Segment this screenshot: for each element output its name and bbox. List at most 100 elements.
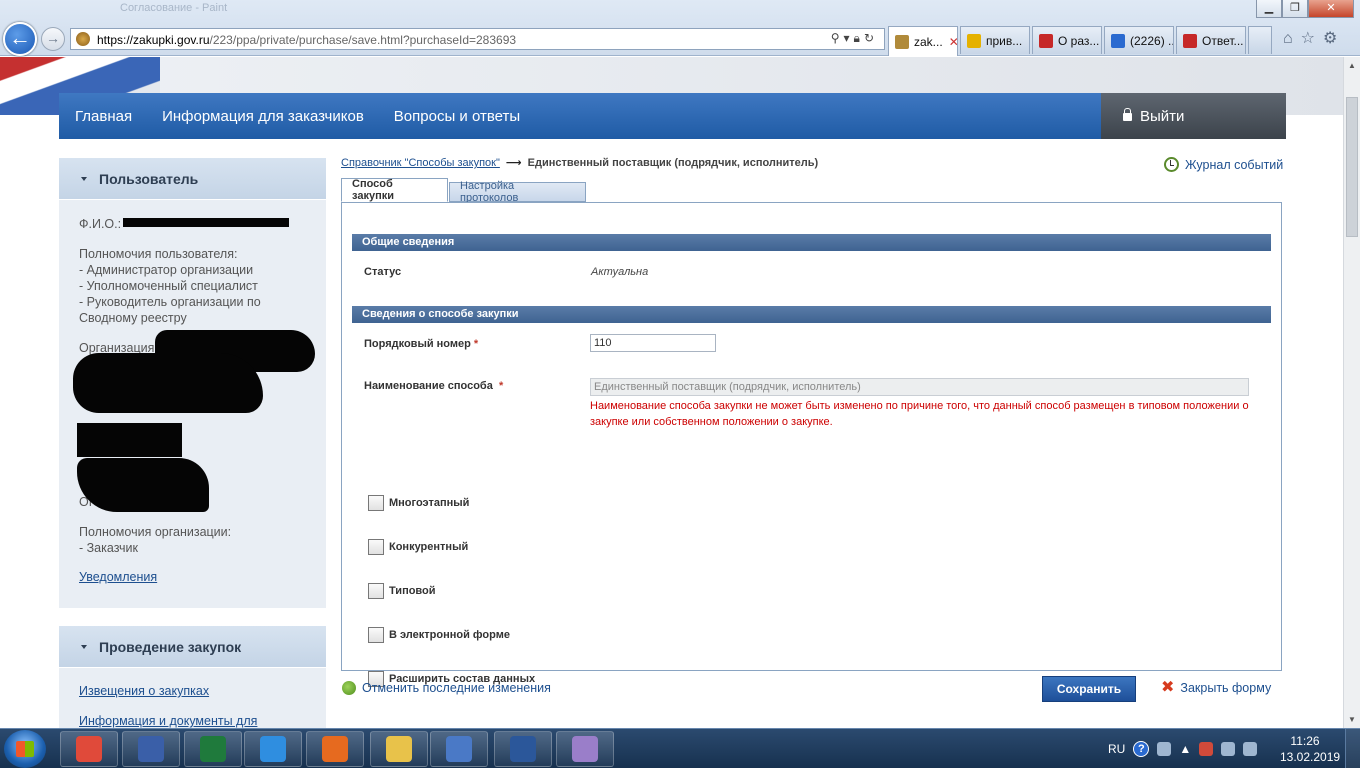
procurement-docs-link[interactable]: Информация и документы для — [79, 714, 257, 728]
checkbox-label: Многоэтапный — [389, 497, 470, 509]
taskbar-app-file-explorer[interactable] — [370, 731, 428, 767]
notifications-link[interactable]: Уведомления — [79, 570, 157, 584]
minimize-button[interactable]: ▁ — [1256, 0, 1282, 18]
tray-expand-icon[interactable]: ▲ — [1179, 742, 1191, 756]
browser-tab-label: прив... — [986, 33, 1023, 48]
revert-label: Отменить последние изменения — [362, 681, 551, 695]
language-indicator[interactable]: RU — [1108, 742, 1125, 756]
collapse-triangle-icon — [81, 176, 87, 181]
favorites-star-icon[interactable]: ☆ — [1301, 30, 1323, 47]
procurement-notices-link[interactable]: Извещения о закупках — [79, 684, 209, 698]
word-icon — [510, 736, 536, 762]
back-button[interactable]: ← — [3, 22, 37, 56]
home-icon[interactable]: ⌂ — [1283, 30, 1301, 47]
nav-item-customer-info[interactable]: Информация для заказчиков — [162, 108, 364, 125]
browser-tab-label: zak... — [914, 34, 943, 49]
close-form-link[interactable]: ✖ Закрыть форму — [1161, 679, 1271, 696]
checkbox-standard[interactable]: Типовой — [368, 583, 436, 599]
checkbox-box[interactable] — [368, 627, 384, 643]
close-tab-icon[interactable]: ✕ — [949, 35, 957, 49]
taskbar-app-chrome[interactable] — [60, 731, 118, 767]
window-close-button[interactable]: ✕ — [1308, 0, 1354, 18]
browser-tab[interactable]: прив... — [960, 26, 1030, 54]
dropdown-icon[interactable]: ▾ — [844, 31, 854, 45]
system-clock[interactable]: 11:26 13.02.2019 — [1280, 733, 1340, 765]
maximize-button[interactable]: ❐ — [1282, 0, 1308, 18]
refresh-icon[interactable]: ↻ — [864, 31, 878, 45]
browser-toolbar-icons: ⌂☆⚙ — [1283, 28, 1345, 48]
procurement-panel-title: Проведение закупок — [99, 638, 242, 655]
search-icon[interactable]: ⚲ — [831, 31, 844, 45]
browser-tab[interactable]: zak... ✕ — [888, 26, 958, 56]
tab-protocol-settings[interactable]: Настройка протоколов — [449, 180, 586, 204]
checkbox-box[interactable] — [368, 539, 384, 555]
user-panel-header[interactable]: Пользователь — [59, 158, 326, 200]
forward-button[interactable]: → — [41, 27, 65, 51]
scroll-down-icon[interactable]: ▼ — [1344, 711, 1360, 728]
redacted-fio — [123, 218, 289, 227]
checkbox-label: В электронной форме — [389, 629, 510, 641]
new-tab-button[interactable] — [1248, 26, 1272, 54]
nav-item-home[interactable]: Главная — [75, 108, 132, 125]
floppy-save-icon — [138, 736, 164, 762]
page-scrollbar[interactable]: ▲ ▼ — [1343, 57, 1360, 728]
main-navigation: Главная Информация для заказчиков Вопрос… — [59, 93, 1286, 139]
scroll-thumb[interactable] — [1346, 97, 1358, 237]
org-permissions-title: Полномочия организации: — [79, 525, 232, 539]
redacted-org-2 — [73, 353, 263, 413]
browser-tab[interactable]: (2226) ... — [1104, 26, 1174, 54]
order-number-input[interactable]: 110 — [590, 334, 716, 352]
save-button[interactable]: Сохранить — [1042, 676, 1136, 702]
tab-favicon-icon — [1111, 33, 1125, 48]
user-permission-3: - Руководитель организации по — [79, 295, 261, 309]
checkbox-multistage[interactable]: Многоэтапный — [368, 495, 469, 511]
breadcrumb-link[interactable]: Справочник "Способы закупок" — [341, 157, 500, 169]
procurement-method-form: Общие сведения Статус Актуальна Сведения… — [341, 202, 1282, 687]
browser-tab-label: (2226) ... — [1130, 33, 1174, 48]
input-icon[interactable] — [1157, 742, 1172, 756]
browser-chrome: Согласование - Paint ▁ ❐ ✕ ← → https://z… — [0, 0, 1360, 56]
close-x-icon: ✖ — [1161, 679, 1175, 696]
lock-icon[interactable]: 🔒︎ — [854, 31, 864, 45]
taskbar-app-firefox[interactable] — [306, 731, 364, 767]
system-tray: RU ? ▲ — [1108, 729, 1258, 768]
scroll-up-icon[interactable]: ▲ — [1344, 57, 1360, 74]
url-text[interactable]: https://zakupki.gov.ru/223/ppa/private/p… — [97, 33, 516, 47]
tab-procurement-method[interactable]: Способ закупки — [341, 178, 448, 202]
event-journal-link[interactable]: Журнал событий — [1164, 157, 1283, 172]
taskbar-app-internet-explorer[interactable] — [244, 731, 302, 767]
taskbar-app-word[interactable] — [494, 731, 552, 767]
windows-taskbar: RU ? ▲ 11:26 13.02.2019 — [0, 728, 1360, 768]
revert-changes-link[interactable]: Отменить последние изменения — [342, 681, 551, 695]
tab-favicon-icon — [967, 33, 981, 48]
browser-tab[interactable]: О раз... — [1032, 26, 1102, 54]
taskbar-app-floppy-save[interactable] — [122, 731, 180, 767]
fio-label: Ф.И.О.: — [79, 217, 122, 231]
volume-icon[interactable] — [1243, 742, 1258, 756]
settings-gear-icon[interactable]: ⚙ — [1323, 30, 1345, 47]
nav-item-faq[interactable]: Вопросы и ответы — [394, 108, 520, 125]
logout-button[interactable]: Выйти — [1101, 93, 1286, 139]
taskbar-app-scanner[interactable] — [430, 731, 488, 767]
flag-notification-icon[interactable] — [1199, 742, 1214, 756]
start-button[interactable] — [4, 730, 46, 768]
checkbox-competitive[interactable]: Конкурентный — [368, 539, 468, 555]
taskbar-app-excel[interactable] — [184, 731, 242, 767]
checkbox-electronic[interactable]: В электронной форме — [368, 627, 510, 643]
network-icon[interactable] — [1221, 742, 1236, 756]
procurement-panel-header[interactable]: Проведение закупок — [59, 626, 326, 668]
browser-tab-label: Ответ... — [1202, 33, 1244, 48]
browser-tab[interactable]: Ответ... — [1176, 26, 1246, 54]
org-permission-1: - Заказчик — [79, 541, 138, 555]
help-icon[interactable]: ? — [1133, 741, 1150, 757]
windows-logo-icon — [16, 741, 34, 757]
checkbox-box[interactable] — [368, 583, 384, 599]
forward-arrow-icon: → — [46, 30, 60, 46]
checkbox-box[interactable] — [368, 495, 384, 511]
show-desktop-button[interactable] — [1345, 729, 1360, 768]
address-bar[interactable]: https://zakupki.gov.ru/223/ppa/private/p… — [70, 28, 885, 50]
paint-icon — [572, 736, 598, 762]
user-panel: Пользователь Ф.И.О.: Полномочия пользова… — [59, 158, 326, 608]
tab-favicon-icon — [1183, 33, 1197, 48]
taskbar-app-paint[interactable] — [556, 731, 614, 767]
